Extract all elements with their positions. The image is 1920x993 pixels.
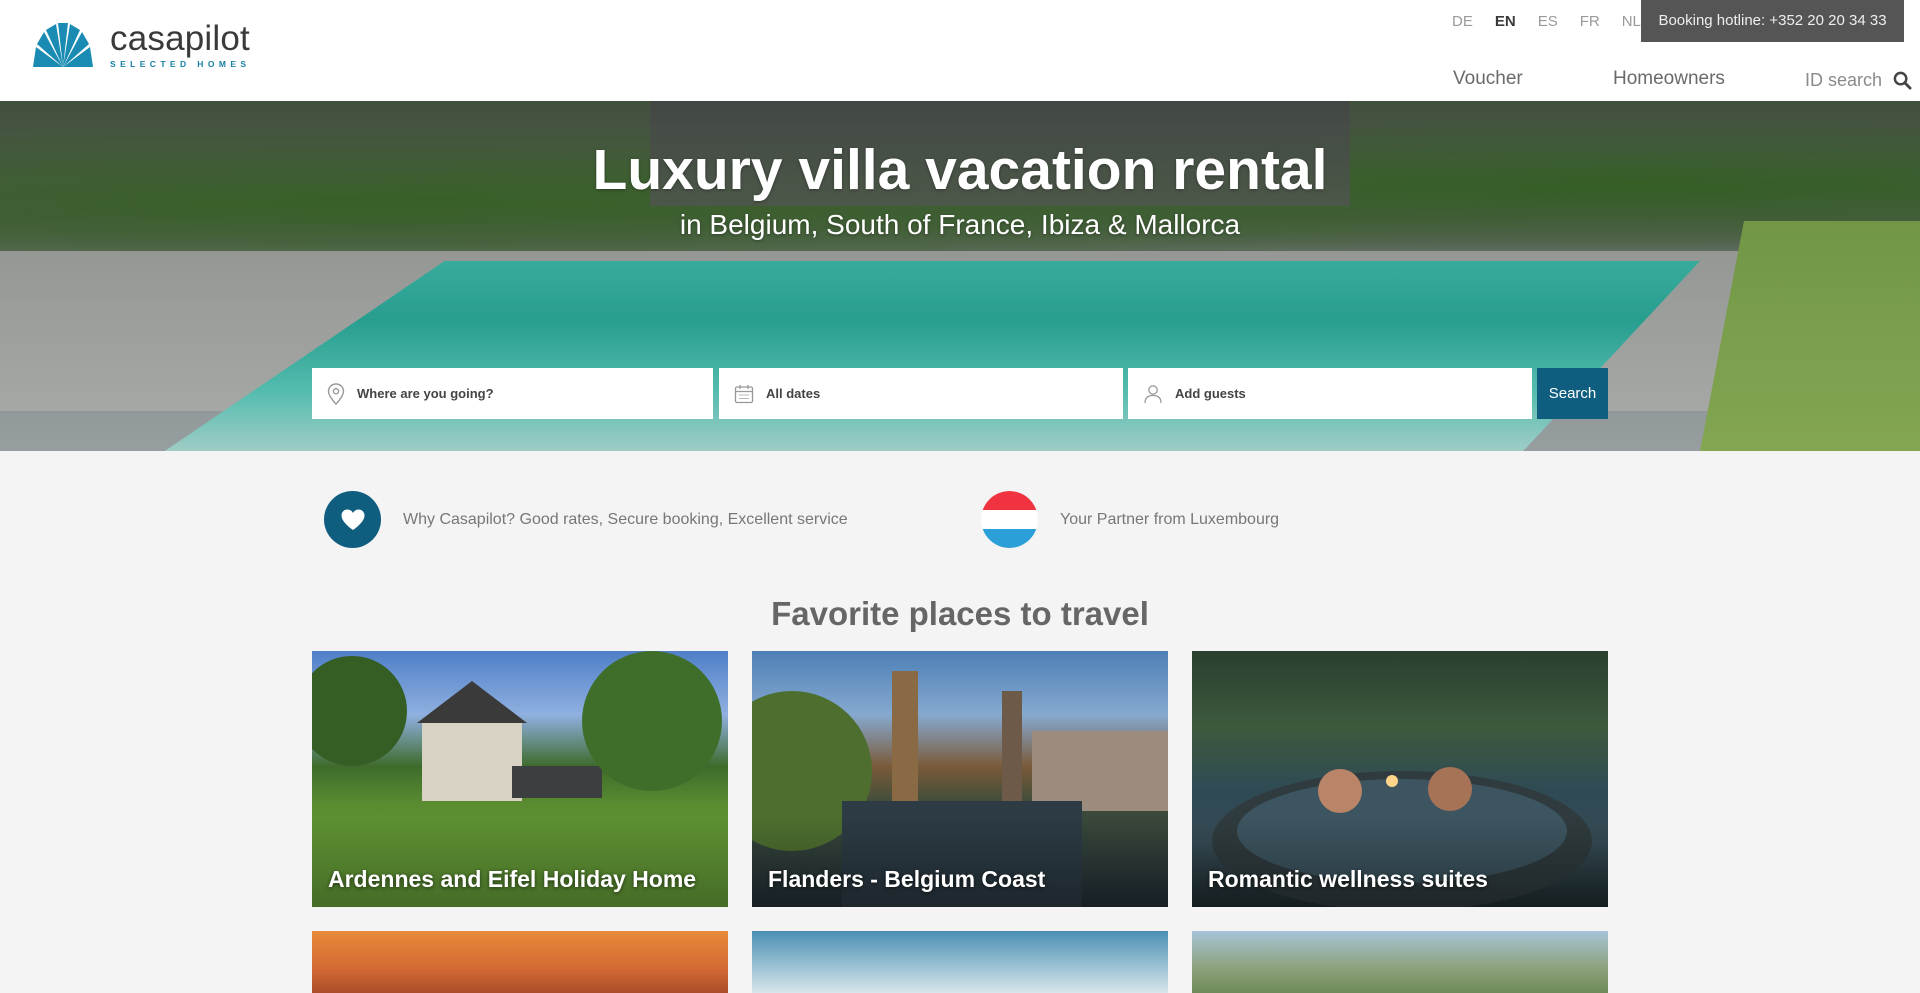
guests-field[interactable]: Add guests [1128,368,1532,419]
search-icon [1893,71,1912,90]
feature-why-text: Why Casapilot? Good rates, Secure bookin… [403,510,848,528]
lang-en[interactable]: EN [1495,13,1516,31]
card-label: Ardennes and Eifel Holiday Home [328,866,697,892]
destination-field[interactable]: Where are you going? [312,368,713,419]
lang-nl[interactable]: NL [1622,13,1641,31]
map-pin-icon [327,382,345,405]
dates-value: All dates [766,386,821,401]
feature-partner: Your Partner from Luxembourg [981,491,1279,548]
feature-why-casapilot: Why Casapilot? Good rates, Secure bookin… [324,491,848,548]
destination-placeholder: Where are you going? [357,386,494,401]
search-button[interactable]: Search [1537,368,1608,419]
nav-voucher[interactable]: Voucher [1453,68,1523,98]
heart-badge [324,491,381,548]
language-switcher: DE EN ES FR NL [1452,13,1663,31]
lang-fr[interactable]: FR [1580,13,1600,31]
id-search-label: ID search [1805,70,1883,90]
favorites-title: Favorite places to travel [771,595,1149,632]
brand-name: casapilot [110,19,250,58]
feature-partner-text: Your Partner from Luxembourg [1060,510,1280,528]
id-search[interactable]: ID search [1805,70,1912,91]
destination-card-flanders[interactable]: Flanders - Belgium Coast [752,651,1168,907]
site-header: casapilot SELECTED HOMES DE EN ES FR NL … [0,0,1920,101]
destination-card-5[interactable] [752,931,1168,993]
lang-de[interactable]: DE [1452,13,1473,31]
luxembourg-flag-icon [981,491,1038,548]
calendar-icon [734,384,754,403]
user-icon [1144,384,1162,403]
destination-card-4[interactable] [312,931,728,993]
hero-title: Luxury villa vacation rental [592,138,1328,202]
guests-value: Add guests [1175,386,1246,401]
destination-card-ardennes[interactable]: Ardennes and Eifel Holiday Home [312,651,728,907]
casapilot-logo-icon [33,23,93,67]
dates-field[interactable]: All dates [719,368,1123,419]
brand-tagline: SELECTED HOMES [110,59,251,69]
destination-card-6[interactable] [1192,931,1608,993]
card-label: Flanders - Belgium Coast [768,866,1046,892]
nav-homeowners[interactable]: Homeowners [1613,68,1725,98]
lang-es[interactable]: ES [1538,13,1558,31]
hero-subtitle: in Belgium, South of France, Ibiza & Mal… [679,209,1241,240]
heart-icon [341,509,364,530]
card-label: Romantic wellness suites [1208,866,1488,892]
destination-card-wellness[interactable]: Romantic wellness suites [1192,651,1608,907]
casapilot-logo[interactable]: casapilot SELECTED HOMES [30,21,250,69]
booking-hotline[interactable]: Booking hotline: +352 20 20 34 33 [1641,0,1904,42]
